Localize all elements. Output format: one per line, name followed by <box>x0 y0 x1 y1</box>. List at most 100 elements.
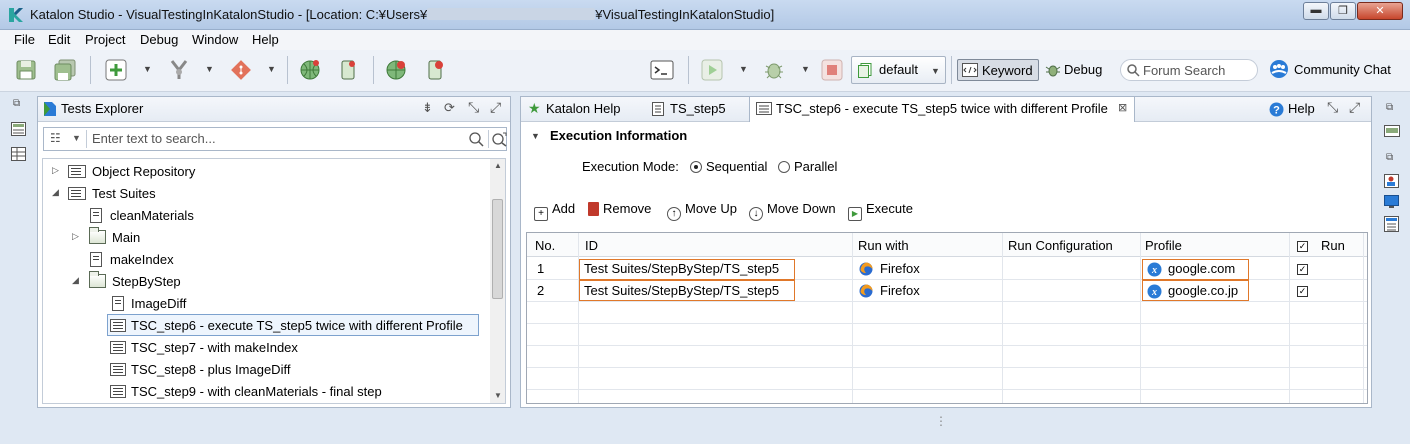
tree-scrollbar[interactable]: ▲ ▼ <box>490 159 505 403</box>
table-row[interactable]: 2 Test Suites/StepByStep/TS_step5 Firefo… <box>527 280 1367 301</box>
search-icon[interactable] <box>469 132 484 147</box>
community-chat-link[interactable]: Community Chat <box>1294 62 1391 77</box>
object-repository-view-icon[interactable] <box>11 122 26 136</box>
header-profile[interactable]: Profile <box>1145 238 1182 253</box>
header-id[interactable]: ID <box>585 238 598 253</box>
spy-mobile-icon[interactable] <box>336 58 360 82</box>
menu-edit[interactable]: Edit <box>48 32 70 47</box>
restore-icon[interactable]: ⧉ <box>1386 152 1393 163</box>
help-link[interactable]: Help <box>1288 101 1315 116</box>
collapse-icon[interactable]: ◢ <box>52 187 59 198</box>
menu-window[interactable]: Window <box>192 32 238 47</box>
close-button[interactable]: ✕ <box>1357 2 1403 20</box>
keyword-dropdown-icon[interactable]: ▼ <box>205 64 214 74</box>
tab-close-icon[interactable]: ⊠ <box>1118 101 1127 114</box>
maximize-button[interactable]: ❐ <box>1330 2 1356 20</box>
filter-icon[interactable]: ☷ <box>50 131 61 145</box>
minimize-button[interactable]: ▬ <box>1303 2 1329 20</box>
cell-run-checkbox[interactable]: ✓ <box>1297 264 1308 275</box>
explorer-search-input[interactable]: Enter text to search... <box>92 131 216 146</box>
save-all-icon[interactable] <box>53 58 77 82</box>
menu-file[interactable]: File <box>14 32 35 47</box>
save-icon[interactable] <box>14 58 38 82</box>
move-down-button[interactable]: ↓ Move Down <box>749 201 836 221</box>
collapse-all-icon[interactable]: ⇟ <box>422 100 433 116</box>
record-mobile-icon[interactable] <box>423 58 447 82</box>
record-web-icon[interactable] <box>384 58 408 82</box>
tree-item-tsc-step9[interactable]: TSC_step9 - with cleanMaterials - final … <box>110 381 470 403</box>
minimize-view-icon[interactable]: ⤡ <box>468 99 479 116</box>
stop-icon[interactable] <box>820 58 844 82</box>
add-button[interactable]: + Add <box>534 201 575 221</box>
scroll-down-icon[interactable]: ▼ <box>494 391 502 400</box>
debug-run-icon[interactable] <box>762 58 786 82</box>
header-run-checkbox[interactable]: ✓ <box>1297 241 1308 252</box>
profile-selector[interactable]: default ▼ <box>851 56 946 84</box>
git-icon[interactable] <box>229 58 253 82</box>
link-editor-icon[interactable]: ⟳ <box>444 100 455 116</box>
tab-ts-step5[interactable]: TS_step5 <box>670 101 726 116</box>
expand-icon[interactable]: ▷ <box>52 165 59 176</box>
parallel-label[interactable]: Parallel <box>794 159 837 174</box>
debug-perspective-icon[interactable] <box>1045 62 1061 78</box>
run-icon[interactable] <box>700 58 724 82</box>
tree-item-step-by-step[interactable]: ◢ StepByStep <box>72 271 452 293</box>
tree-item-tsc-step7[interactable]: TSC_step7 - with makeIndex <box>110 337 470 359</box>
cell-profile[interactable]: google.com <box>1168 261 1235 276</box>
community-chat-icon[interactable] <box>1269 60 1289 78</box>
cell-run-checkbox[interactable]: ✓ <box>1297 286 1308 297</box>
tab-tsc-step6-active[interactable]: TSC_step6 - execute TS_step5 twice with … <box>749 96 1135 122</box>
cell-profile[interactable]: google.co.jp <box>1168 283 1238 298</box>
remove-button[interactable]: Remove <box>588 201 651 219</box>
terminal-icon[interactable] <box>650 58 674 82</box>
cell-run-with[interactable]: Firefox <box>880 283 920 298</box>
collapse-icon[interactable]: ◢ <box>72 275 79 286</box>
scroll-up-icon[interactable]: ▲ <box>494 161 502 170</box>
run-dropdown-icon[interactable]: ▼ <box>739 64 748 74</box>
filter-dropdown-icon[interactable]: ▼ <box>72 133 81 143</box>
tests-explorer-tab[interactable]: Tests Explorer <box>61 101 143 116</box>
tree-item-tsc-step6[interactable]: TSC_step6 - execute TS_step5 twice with … <box>110 315 470 337</box>
section-collapse-icon[interactable]: ▼ <box>531 131 540 141</box>
header-run-with[interactable]: Run with <box>858 238 909 253</box>
expand-icon[interactable]: ▷ <box>72 231 79 242</box>
spy-web-icon[interactable] <box>298 58 322 82</box>
cell-id[interactable]: Test Suites/StepByStep/TS_step5 <box>584 283 779 298</box>
help-icon[interactable]: ? <box>1269 102 1284 117</box>
cell-run-with[interactable]: Firefox <box>880 261 920 276</box>
menu-project[interactable]: Project <box>85 32 125 47</box>
variables-view-icon[interactable] <box>1384 174 1399 188</box>
forum-search-input[interactable]: Forum Search <box>1120 59 1258 81</box>
keyword-tools-icon[interactable] <box>167 58 191 82</box>
new-dropdown-icon[interactable]: ▼ <box>143 64 152 74</box>
tree-item-clean-materials[interactable]: cleanMaterials <box>88 205 468 227</box>
new-icon[interactable] <box>104 58 128 82</box>
table-row[interactable]: 1 Test Suites/StepByStep/TS_step5 Firefo… <box>527 258 1367 280</box>
tab-katalon-help[interactable]: Katalon Help <box>546 101 620 116</box>
tree-item-object-repository[interactable]: ▷ Object Repository <box>52 161 452 183</box>
sequential-label[interactable]: Sequential <box>706 159 767 174</box>
table-view-icon[interactable] <box>11 147 26 161</box>
git-dropdown-icon[interactable]: ▼ <box>267 64 276 74</box>
cell-id[interactable]: Test Suites/StepByStep/TS_step5 <box>584 261 779 276</box>
maximize-view-icon[interactable]: ⤢ <box>490 99 501 116</box>
tree-item-make-index[interactable]: makeIndex <box>88 249 468 271</box>
tree-item-image-diff[interactable]: ImageDiff <box>110 293 470 315</box>
properties-view-icon[interactable] <box>1384 216 1399 232</box>
radio-sequential[interactable] <box>690 161 702 173</box>
minimize-view-icon[interactable]: ⤡ <box>1327 99 1338 116</box>
menu-debug[interactable]: Debug <box>140 32 178 47</box>
restore-icon[interactable]: ⧉ <box>13 98 20 109</box>
tree-item-test-suites[interactable]: ◢ Test Suites <box>52 183 452 205</box>
maximize-view-icon[interactable]: ⤢ <box>1349 99 1360 116</box>
log-viewer-icon[interactable] <box>1384 195 1399 209</box>
header-run[interactable]: Run <box>1321 238 1345 253</box>
header-run-configuration[interactable]: Run Configuration <box>1008 238 1113 253</box>
execute-button[interactable]: ▶ Execute <box>848 201 913 221</box>
debug-dropdown-icon[interactable]: ▼ <box>801 64 810 74</box>
scroll-thumb[interactable] <box>492 199 503 299</box>
restore-icon[interactable]: ⧉ <box>1386 102 1393 113</box>
tree-item-main[interactable]: ▷ Main <box>72 227 452 249</box>
tree-item-tsc-step8[interactable]: TSC_step8 - plus ImageDiff <box>110 359 470 381</box>
menu-help[interactable]: Help <box>252 32 279 47</box>
